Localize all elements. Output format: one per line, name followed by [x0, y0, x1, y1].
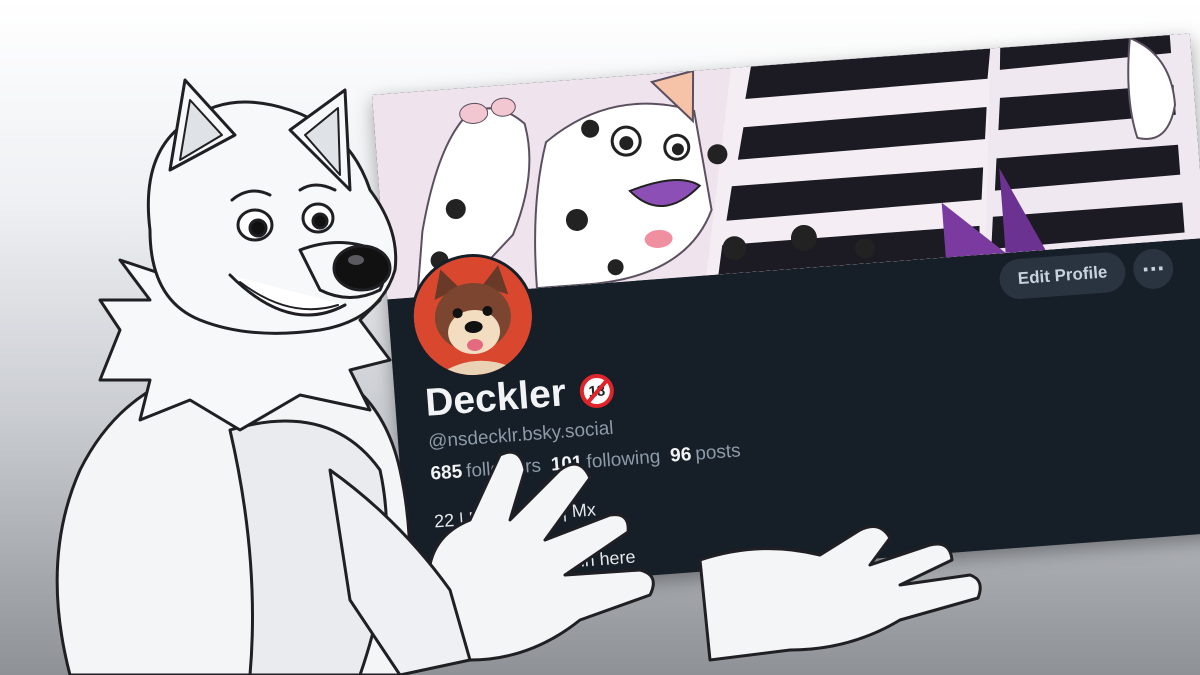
meme-image: Edit Profile ··· Deckler 18 @nsdecklr.bs… — [0, 0, 1200, 675]
name-row: Deckler 18 — [424, 368, 616, 426]
more-options-button[interactable]: ··· — [1131, 247, 1175, 291]
following-count: 101 — [550, 452, 584, 476]
ellipsis-icon: ··· — [1140, 256, 1166, 282]
profile-actions: Edit Profile ··· — [998, 247, 1175, 301]
followers-stat[interactable]: 685 followers — [430, 455, 542, 485]
posts-count: 96 — [669, 444, 693, 467]
following-stat[interactable]: 101 following — [550, 446, 661, 476]
profile-bio: 22 | ENG - SPA | Mx +18 content Lots of … — [433, 495, 636, 585]
profile-card: Edit Profile ··· Deckler 18 @nsdecklr.bs… — [372, 33, 1200, 594]
posts-label: posts — [694, 440, 742, 465]
edit-profile-button[interactable]: Edit Profile — [998, 251, 1127, 301]
no-under-18-icon: 18 — [578, 372, 615, 410]
display-name: Deckler — [423, 371, 568, 425]
posts-stat: 96 posts — [669, 440, 741, 467]
followers-count: 685 — [429, 461, 463, 485]
followers-label: followers — [465, 455, 542, 482]
following-label: following — [585, 446, 662, 473]
